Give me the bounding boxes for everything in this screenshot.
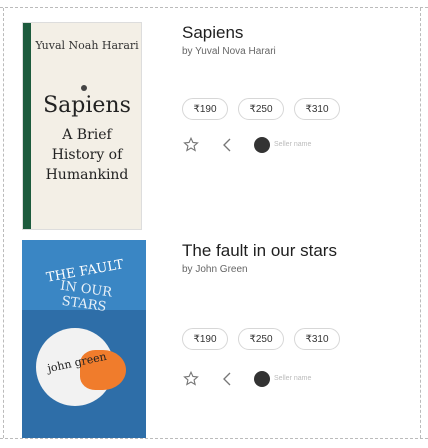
price-options: ₹190 ₹250 ₹310	[182, 328, 340, 350]
book-title[interactable]: The fault in our stars	[182, 240, 414, 262]
seller[interactable]: Seller name	[254, 371, 311, 387]
share-icon[interactable]	[218, 136, 236, 154]
avatar-icon	[254, 371, 270, 387]
price-option[interactable]: ₹250	[238, 328, 284, 350]
price-option[interactable]: ₹250	[238, 98, 284, 120]
seller-name: Seller name	[274, 375, 312, 382]
book-card[interactable]: Yuval Noah Harari Sapiens A Brief Histor…	[22, 22, 414, 230]
star-outline-icon[interactable]	[182, 370, 200, 388]
book-cover[interactable]: THE FAULT IN OUR STARS john green	[22, 240, 146, 438]
book-actions: Seller name	[182, 136, 311, 154]
seller-name: Seller name	[274, 141, 312, 148]
right-border	[420, 8, 421, 438]
price-option[interactable]: ₹190	[182, 98, 228, 120]
star-outline-icon[interactable]	[182, 136, 200, 154]
cover-subtitle: A Brief History of Humankind	[45, 127, 129, 183]
book-info: The fault in our stars by John Green ₹19…	[182, 240, 414, 387]
bottom-border	[0, 438, 428, 448]
cover-author: Yuval Noah Harari	[35, 39, 139, 52]
book-cover[interactable]: Yuval Noah Harari Sapiens A Brief Histor…	[22, 22, 142, 230]
cover-spine	[23, 23, 31, 229]
share-icon[interactable]	[218, 370, 236, 388]
book-info: Sapiens by Yuval Nova Harari ₹190 ₹250 ₹…	[182, 22, 414, 153]
top-border	[0, 0, 428, 8]
cover-title: Sapiens	[43, 93, 131, 118]
seller[interactable]: Seller name	[254, 137, 311, 153]
book-author: by John Green	[182, 264, 248, 275]
book-author: by Yuval Nova Harari	[182, 46, 276, 57]
book-actions: Seller name	[182, 370, 311, 388]
price-option[interactable]: ₹310	[294, 328, 340, 350]
price-option[interactable]: ₹190	[182, 328, 228, 350]
avatar-icon	[254, 137, 270, 153]
cover-emblem	[81, 85, 87, 91]
price-options: ₹190 ₹250 ₹310	[182, 98, 340, 120]
price-option[interactable]: ₹310	[294, 98, 340, 120]
book-card[interactable]: THE FAULT IN OUR STARS john green The fa…	[22, 240, 414, 438]
left-border	[3, 8, 4, 438]
book-title[interactable]: Sapiens	[182, 22, 414, 44]
